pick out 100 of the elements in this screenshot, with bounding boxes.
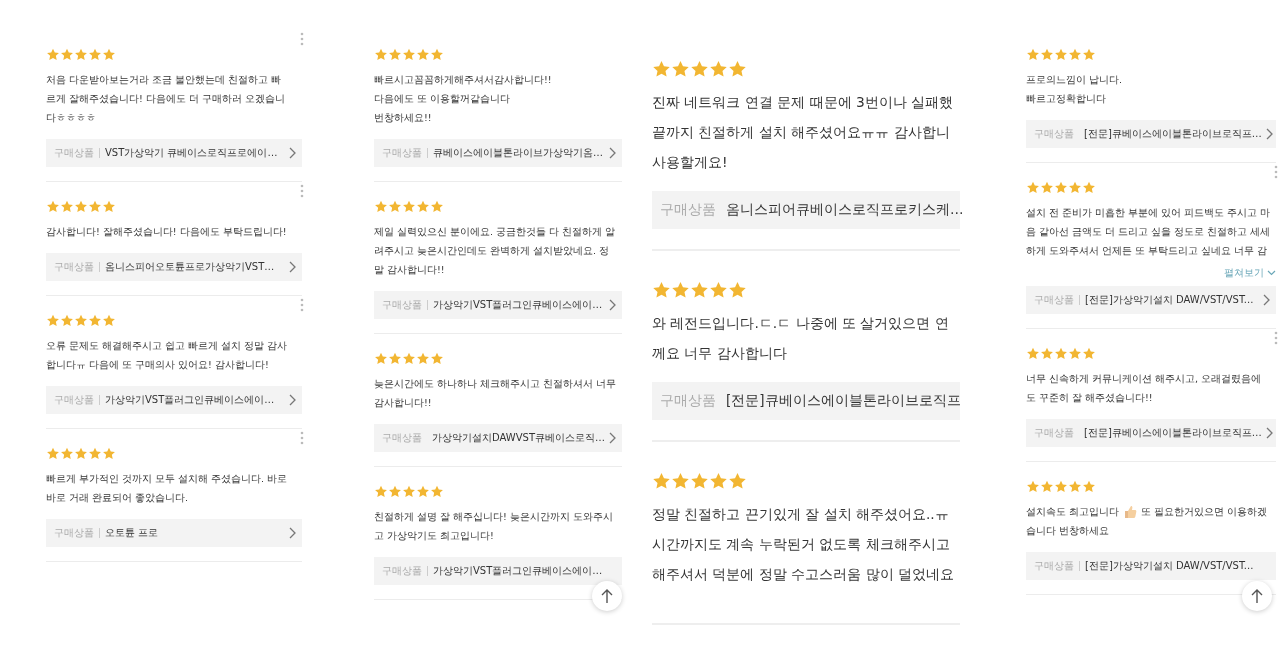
- more-menu-icon[interactable]: [1274, 331, 1278, 345]
- product-label: 구매상품: [382, 298, 422, 312]
- product-name: 오토튠 프로: [105, 526, 160, 540]
- star-icon: [60, 48, 74, 61]
- chevron-down-icon: [1267, 270, 1276, 276]
- product-name: 가상악기VST플러그인큐베이스에이…: [433, 564, 604, 578]
- review-text: 설치속도 최고입니다: [1026, 505, 1120, 519]
- review-text: 처음 다운받아보는거라 조금 불안했는데 친절하고 빠 르게 잘해주셨습니다! 다음에도 더 구매하러 오겠습니 다ㅎㅎㅎㅎ: [46, 73, 285, 125]
- more-menu-icon[interactable]: [1274, 165, 1278, 179]
- product-bar[interactable]: 구매상품 [전문]가상악기설치 DAW/VST/VST...: [1026, 552, 1276, 580]
- star-icon: [402, 485, 416, 498]
- star-icon: [416, 485, 430, 498]
- product-label: 구매상품: [660, 201, 716, 219]
- star-icon: [46, 48, 60, 61]
- star-icon: [728, 472, 747, 490]
- star-icon: [652, 472, 671, 490]
- star-icon: [74, 314, 88, 327]
- product-bar[interactable]: 구매상품 [전문]큐베이스에이블톤라이브로직프…: [1026, 120, 1276, 148]
- star-icon: [46, 200, 60, 213]
- star-icon: [652, 281, 671, 299]
- more-menu-icon[interactable]: [300, 184, 304, 198]
- star-icon: [388, 48, 402, 61]
- review-text: 감사합니다! 잘해주셨습니다! 다음에도 부탁드립니다!: [46, 225, 287, 239]
- review-text: 늦은시간에도 하나하나 체크해주시고 친절하셔서 너무 감사합니다!!: [374, 377, 617, 410]
- product-bar[interactable]: 구매상품 [전문]가상악기설치 DAW/VST/VST...: [1026, 286, 1276, 314]
- star-icon: [1054, 480, 1068, 493]
- product-name: 가상악기VST플러그인큐베이스에이…: [433, 298, 604, 312]
- product-bar[interactable]: 구매상품 가상악기VST플러그인큐베이스에이…: [374, 557, 622, 585]
- product-label: 구매상품: [1034, 426, 1074, 440]
- star-icon: [728, 281, 747, 299]
- product-bar[interactable]: 구매상품 옴니스피어큐베이스로직프로키스케…: [652, 191, 960, 229]
- product-bar[interactable]: 구매상품 옴니스피어오토튠프로가상악기VST…: [46, 253, 302, 281]
- product-bar[interactable]: 구매상품 가상악기VST플러그인큐베이스에이…: [46, 386, 302, 414]
- product-name: VST가상악기 큐베이스로직프로에이…: [105, 146, 279, 160]
- review-text: 진짜 네트워크 연결 문제 때문에 3번이나 실패했 끝까지 친절하게 설치 해주셨어요ㅠㅠ 감사합니 사용할게요!: [652, 93, 954, 172]
- product-name: [전문]큐베이스에이블톤라이브로직프: [726, 392, 961, 410]
- star-icon: [690, 281, 709, 299]
- product-name: [전문]가상악기설치 DAW/VST/VST...: [1085, 293, 1255, 307]
- star-icon: [709, 472, 728, 490]
- review-text: 빠르시고꼼꼼하게해주셔서감사합니다!! 다음에도 또 이용할꺼같습니다 번창하세요!!: [374, 73, 552, 125]
- star-icon: [74, 447, 88, 460]
- review-text: 정말 친절하고 끈기있게 잘 설치 해주셨어요..ㅠ 시간까지도 계속 누락된거 없도록 체크해주시고 해주셔서 덕분에 정말 수고스러움 많이 덜었네요: [652, 505, 954, 584]
- star-icon: [1054, 347, 1068, 360]
- review-text: 제일 실력있으신 분이에요. 궁금한것들 다 친절하게 알 려주시고 늦은시간인데도 완벽하게 설치받았네요. 정 말 감사합니다!!: [374, 225, 616, 277]
- product-bar[interactable]: 구매상품 [전문]큐베이스에이블톤라이브로직프: [652, 382, 960, 420]
- star-icon: [1026, 181, 1040, 194]
- product-bar[interactable]: 구매상품 가상악기VST플러그인큐베이스에이…: [374, 291, 622, 319]
- star-icon: [709, 281, 728, 299]
- star-icon: [416, 200, 430, 213]
- star-icon: [374, 352, 388, 365]
- star-icon: [1082, 48, 1096, 61]
- product-label: 구매상품: [382, 564, 422, 578]
- star-icon: [671, 281, 690, 299]
- star-icon: [102, 200, 116, 213]
- star-icon: [416, 48, 430, 61]
- star-icon: [88, 200, 102, 213]
- product-label: 구매상품: [54, 146, 94, 160]
- star-icon: [74, 48, 88, 61]
- star-icon: [671, 472, 690, 490]
- product-name: 큐베이스에이블톤라이브가상악기옴…: [433, 146, 604, 160]
- star-icon: [374, 48, 388, 61]
- star-icon: [430, 352, 444, 365]
- star-icon: [46, 314, 60, 327]
- product-bar[interactable]: 구매상품 VST가상악기 큐베이스로직프로에이…: [46, 139, 302, 167]
- review-text: 빠르게 부가적인 것까지 모두 설치해 주셨습니다. 바로 바로 거래 완료되어 좋았습니다.: [46, 472, 288, 505]
- product-name: 가상악기설치DAWVST큐베이스로직…: [432, 431, 605, 445]
- star-icon: [430, 485, 444, 498]
- product-bar[interactable]: 구매상품 가상악기설치DAWVST큐베이스로직…: [374, 424, 622, 452]
- star-icon: [88, 48, 102, 61]
- star-icon: [388, 352, 402, 365]
- scroll-to-top-button[interactable]: [1242, 581, 1272, 611]
- more-menu-icon[interactable]: [300, 298, 304, 312]
- scroll-to-top-button[interactable]: [592, 581, 622, 611]
- product-name: [전문]가상악기설치 DAW/VST/VST...: [1085, 559, 1255, 573]
- more-menu-icon[interactable]: [300, 431, 304, 445]
- star-icon: [1054, 48, 1068, 61]
- star-icon: [1082, 480, 1096, 493]
- star-icon: [1054, 181, 1068, 194]
- product-bar[interactable]: 구매상품 오토튠 프로: [46, 519, 302, 547]
- star-icon: [1082, 181, 1096, 194]
- product-name: 가상악기VST플러그인큐베이스에이…: [105, 393, 276, 407]
- review-text: 친절하게 설명 잘 해주십니다! 늦은시간까지 도와주시 고 가상악기도 최고입니다!: [374, 510, 613, 543]
- review-text: 또 필요한거있으면 이용하겠: [1141, 505, 1268, 519]
- star-icon: [102, 314, 116, 327]
- star-icon: [709, 60, 728, 78]
- star-icon: [1068, 181, 1082, 194]
- product-name: [전문]큐베이스에이블톤라이브로직프…: [1084, 426, 1262, 440]
- star-icon: [60, 447, 74, 460]
- more-menu-icon[interactable]: [300, 32, 304, 46]
- star-icon: [46, 447, 60, 460]
- review-text: 오류 문제도 해결해주시고 쉽고 빠르게 설치 정말 감사 합니다ㅠ 다음에 또 구매의사 있어요! 감사합니다!: [46, 339, 288, 372]
- star-icon: [416, 352, 430, 365]
- star-icon: [402, 200, 416, 213]
- product-bar[interactable]: 구매상품 큐베이스에이블톤라이브가상악기옴…: [374, 139, 622, 167]
- star-icon: [1068, 48, 1082, 61]
- arrow-up-icon: [1251, 588, 1263, 604]
- star-icon: [1068, 347, 1082, 360]
- star-icon: [430, 200, 444, 213]
- star-icon: [1040, 181, 1054, 194]
- product-bar[interactable]: 구매상품 [전문]큐베이스에이블톤라이브로직프…: [1026, 419, 1276, 447]
